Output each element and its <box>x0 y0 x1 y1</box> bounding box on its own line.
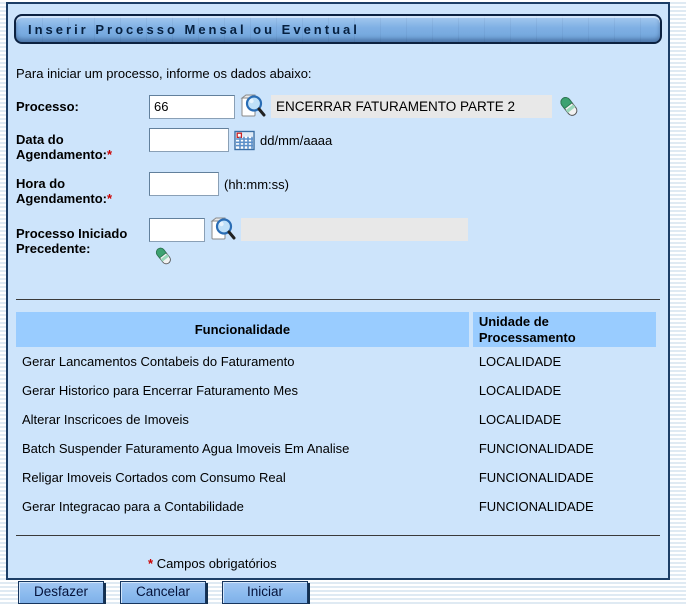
data-agendamento-input[interactable] <box>149 128 229 152</box>
search-icon[interactable] <box>240 93 266 120</box>
hora-agendamento-input[interactable] <box>149 172 219 196</box>
eraser-icon[interactable] <box>557 94 581 120</box>
data-agendamento-label: Data do Agendamento:* <box>16 128 149 162</box>
header-unidade: Unidade de Processamento <box>473 312 656 347</box>
form-content: Para iniciar um processo, informe os dad… <box>8 66 668 604</box>
data-agendamento-row: Data do Agendamento:* dd/mm/aaaa <box>12 128 664 162</box>
processo-input[interactable] <box>149 95 235 119</box>
cell-unidade: FUNCIONALIDADE <box>473 463 656 492</box>
processo-name-readonly: ENCERRAR FATURAMENTO PARTE 2 <box>271 95 552 118</box>
hora-agendamento-label: Hora do Agendamento:* <box>16 172 149 206</box>
top-divider <box>16 299 660 300</box>
table-header-row: Funcionalidade Unidade de Processamento <box>16 312 656 347</box>
table-row: Batch Suspender Faturamento Agua Imoveis… <box>16 434 656 463</box>
processo-precedente-label: Processo Iniciado Precedente: <box>16 216 149 256</box>
processo-label: Processo: <box>16 99 149 114</box>
header-funcionalidade: Funcionalidade <box>16 312 469 347</box>
hora-agendamento-row: Hora do Agendamento:* (hh:mm:ss) <box>12 172 664 206</box>
calendar-icon[interactable] <box>234 130 255 151</box>
cell-funcionalidade: Gerar Integracao para a Contabilidade <box>16 492 469 521</box>
table-row: Gerar Lancamentos Contabeis do Faturamen… <box>16 347 656 376</box>
required-asterisk: * <box>148 556 153 571</box>
cell-funcionalidade: Religar Imoveis Cortados com Consumo Rea… <box>16 463 469 492</box>
cell-funcionalidade: Gerar Historico para Encerrar Faturament… <box>16 376 469 405</box>
cell-unidade: LOCALIDADE <box>473 376 656 405</box>
cell-funcionalidade: Alterar Inscricoes de Imoveis <box>16 405 469 434</box>
processo-row: Processo: ENCERRAR FATURAMENTO PARTE 2 <box>12 93 664 120</box>
cell-funcionalidade: Batch Suspender Faturamento Agua Imoveis… <box>16 434 469 463</box>
table-row: Religar Imoveis Cortados com Consumo Rea… <box>16 463 656 492</box>
table-row: Gerar Historico para Encerrar Faturament… <box>16 376 656 405</box>
search-icon[interactable] <box>210 216 236 243</box>
processo-precedente-row: Processo Iniciado Precedente: <box>12 216 664 273</box>
time-format-hint: (hh:mm:ss) <box>224 177 289 192</box>
page-title: Inserir Processo Mensal ou Eventual <box>28 22 360 37</box>
functionality-table: Funcionalidade Unidade de Processamento … <box>12 312 660 521</box>
eraser-icon[interactable] <box>153 245 174 268</box>
cell-unidade: LOCALIDADE <box>473 347 656 376</box>
insert-process-panel: Inserir Processo Mensal ou Eventual Para… <box>6 2 670 580</box>
table-row: Gerar Integracao para a Contabilidade FU… <box>16 492 656 521</box>
required-asterisk: * <box>107 191 112 206</box>
cancelar-button[interactable]: Cancelar <box>120 581 206 604</box>
iniciar-button[interactable]: Iniciar <box>222 581 308 604</box>
button-row: Desfazer Cancelar Iniciar <box>18 581 656 604</box>
date-format-hint: dd/mm/aaaa <box>260 133 332 148</box>
cell-unidade: LOCALIDADE <box>473 405 656 434</box>
bottom-divider <box>16 535 660 536</box>
cell-unidade: FUNCIONALIDADE <box>473 492 656 521</box>
cell-unidade: FUNCIONALIDADE <box>473 434 656 463</box>
required-asterisk: * <box>107 147 112 162</box>
intro-text: Para iniciar um processo, informe os dad… <box>16 66 664 81</box>
title-bar: Inserir Processo Mensal ou Eventual <box>14 14 662 44</box>
desfazer-button[interactable]: Desfazer <box>18 581 104 604</box>
table-row: Alterar Inscricoes de Imoveis LOCALIDADE <box>16 405 656 434</box>
processo-precedente-input[interactable] <box>149 218 205 242</box>
processo-precedente-readonly <box>241 218 468 241</box>
cell-funcionalidade: Gerar Lancamentos Contabeis do Faturamen… <box>16 347 469 376</box>
required-fields-note: * Campos obrigatórios <box>148 556 664 571</box>
